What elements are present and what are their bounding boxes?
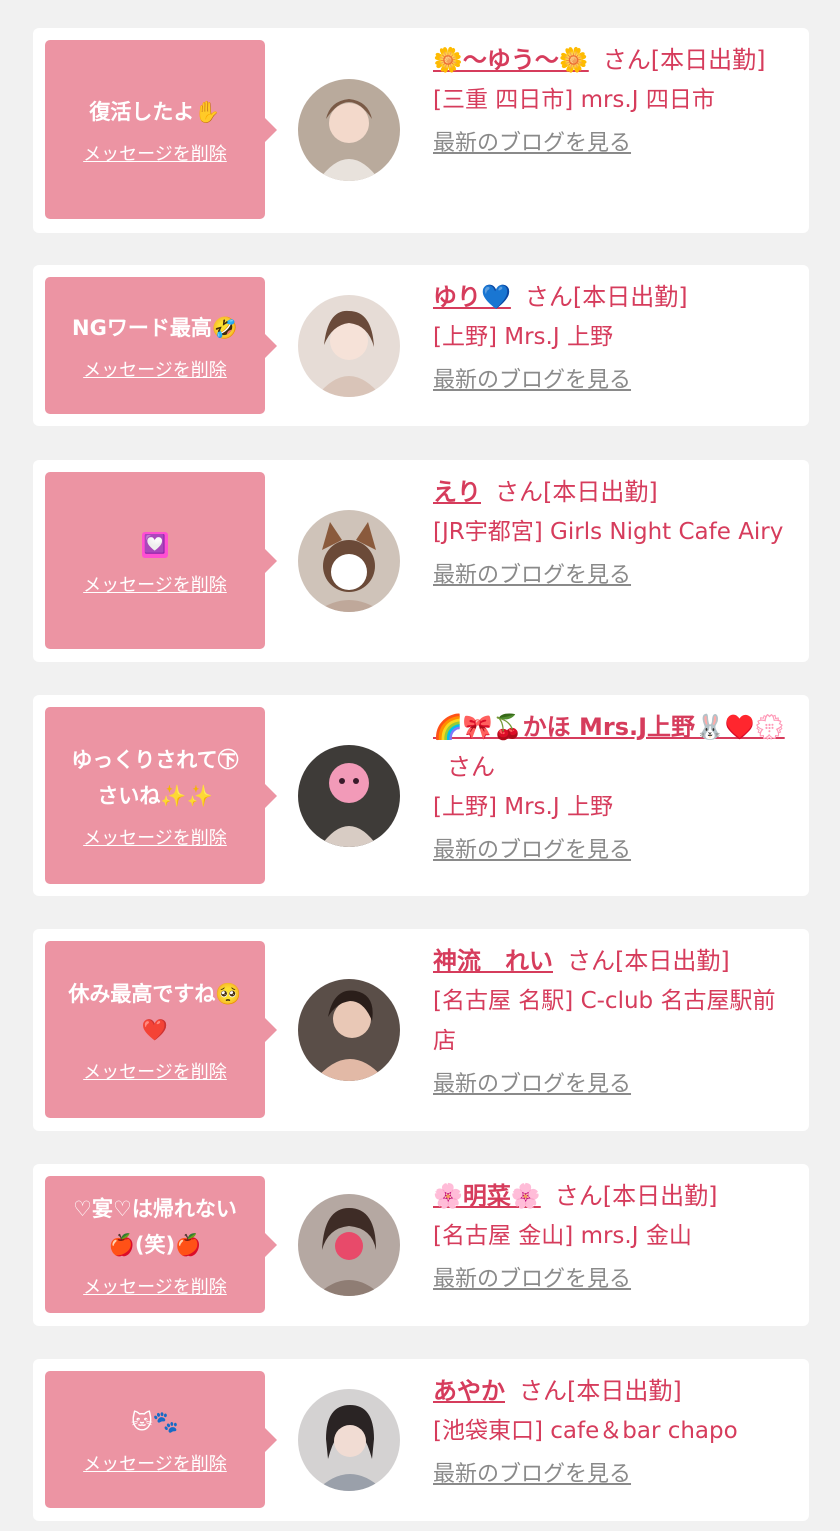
blog-link[interactable]: 最新のブログを見る (433, 1260, 631, 1300)
message-text: 休み最高ですね🥺 ❤️ (68, 981, 242, 1042)
cast-suffix: さん[本日出勤] (602, 46, 766, 74)
avatar[interactable] (298, 1194, 400, 1296)
list-item: 復活したよ✋ メッセージを削除 🌼〜ゆう〜🌼 さん[本日出勤] [三重 四日市] … (33, 28, 809, 233)
message-bubble: 💟 メッセージを削除 (45, 472, 277, 649)
message-text: NGワード最高🤣 (72, 315, 238, 340)
message-bubble: 復活したよ✋ メッセージを削除 (45, 40, 277, 219)
cast-suffix: さん[本日出勤] (567, 947, 730, 975)
blog-link[interactable]: 最新のブログを見る (433, 1455, 631, 1495)
blog-link[interactable]: 最新のブログを見る (433, 124, 631, 164)
cast-suffix: さん[本日出勤] (524, 283, 688, 311)
avatar[interactable] (298, 295, 400, 397)
avatar[interactable] (298, 745, 400, 847)
shop-text: [上野] Mrs.J 上野 (433, 794, 613, 820)
delete-message-link[interactable]: メッセージを削除 (83, 356, 227, 382)
delete-message-link[interactable]: メッセージを削除 (83, 1273, 227, 1299)
shop-text: [名古屋 名駅] C-club 名古屋駅前店 (433, 988, 776, 1054)
delete-message-link[interactable]: メッセージを削除 (83, 1058, 227, 1084)
message-text: 🐱🐾 (130, 1409, 180, 1434)
avatar[interactable] (298, 979, 400, 1081)
shop-text: [三重 四日市] mrs.J 四日市 (433, 87, 715, 113)
cast-name-link[interactable]: 🌼〜ゆう〜🌼 (433, 46, 589, 74)
item-info: あやか さん[本日出勤] [池袋東口] cafe＆bar chapo 最新のブログ… (433, 1371, 793, 1495)
item-info: えり さん[本日出勤] [JR宇都宮] Girls Night Cafe Airy… (433, 472, 793, 596)
delete-message-link[interactable]: メッセージを削除 (83, 824, 227, 850)
message-text: ゆっくりされて㊦ さいね✨✨ (71, 747, 239, 808)
list-item: NGワード最高🤣 メッセージを削除 ゆり💙 さん[本日出勤] [上野] Mrs.J… (33, 265, 809, 426)
blog-link[interactable]: 最新のブログを見る (433, 1065, 631, 1105)
shop-text: [JR宇都宮] Girls Night Cafe Airy (433, 519, 784, 545)
item-info: 神流 れい さん[本日出勤] [名古屋 名駅] C-club 名古屋駅前店 最新の… (433, 941, 793, 1105)
cast-name-link[interactable]: 🌈🎀🍒かほ Mrs.J上野🐰♥️💮 (433, 713, 785, 741)
list-item: 💟 メッセージを削除 えり さん[本日出勤] [JR宇都宮] Girls Nigh… (33, 460, 809, 662)
cast-suffix: さん[本日出勤] (554, 1182, 718, 1210)
item-info: 🌼〜ゆう〜🌼 さん[本日出勤] [三重 四日市] mrs.J 四日市 最新のブログ… (433, 40, 793, 164)
shop-text: [池袋東口] cafe＆bar chapo (433, 1418, 738, 1444)
list-item: ♡宴♡は帰れない 🍎(笑)🍎 メッセージを削除 🌸明菜🌸 さん[本日出勤] [名古… (33, 1164, 809, 1326)
heart-decoration-icon: 💟 (142, 531, 168, 558)
blog-link[interactable]: 最新のブログを見る (433, 361, 631, 401)
list-item: 休み最高ですね🥺 ❤️ メッセージを削除 神流 れい さん[本日出勤] [名古屋 … (33, 929, 809, 1131)
message-bubble: ♡宴♡は帰れない 🍎(笑)🍎 メッセージを削除 (45, 1176, 277, 1313)
message-bubble: ゆっくりされて㊦ さいね✨✨ メッセージを削除 (45, 707, 277, 884)
cast-name-link[interactable]: えり (433, 478, 481, 506)
delete-message-link[interactable]: メッセージを削除 (83, 571, 227, 597)
cast-name-link[interactable]: ゆり💙 (433, 283, 511, 311)
cast-name-link[interactable]: 🌸明菜🌸 (433, 1182, 541, 1210)
message-text: 💟 (142, 525, 168, 561)
message-bubble: 休み最高ですね🥺 ❤️ メッセージを削除 (45, 941, 277, 1118)
shop-text: [上野] Mrs.J 上野 (433, 324, 613, 350)
cast-suffix: さん[本日出勤] (519, 1377, 682, 1405)
list-item: ゆっくりされて㊦ さいね✨✨ メッセージを削除 🌈🎀🍒かほ Mrs.J上野🐰♥️… (33, 695, 809, 896)
cast-name-link[interactable]: あやか (433, 1377, 505, 1405)
message-bubble: 🐱🐾 メッセージを削除 (45, 1371, 277, 1508)
message-text: 復活したよ✋ (89, 99, 221, 124)
message-text: ♡宴♡は帰れない 🍎(笑)🍎 (73, 1196, 237, 1257)
cast-suffix: さん (447, 753, 495, 781)
shop-text: [名古屋 金山] mrs.J 金山 (433, 1223, 692, 1249)
cast-suffix: さん[本日出勤] (495, 478, 658, 506)
list-item: 🐱🐾 メッセージを削除 あやか さん[本日出勤] [池袋東口] cafe＆bar … (33, 1359, 809, 1521)
avatar[interactable] (298, 1389, 400, 1491)
avatar[interactable] (298, 79, 400, 181)
cast-name-link[interactable]: 神流 れい (433, 947, 553, 975)
delete-message-link[interactable]: メッセージを削除 (83, 140, 227, 166)
delete-message-link[interactable]: メッセージを削除 (83, 1450, 227, 1476)
blog-link[interactable]: 最新のブログを見る (433, 556, 631, 596)
message-bubble: NGワード最高🤣 メッセージを削除 (45, 277, 277, 414)
blog-link[interactable]: 最新のブログを見る (433, 831, 631, 871)
item-info: 🌸明菜🌸 さん[本日出勤] [名古屋 金山] mrs.J 金山 最新のブログを見る (433, 1176, 793, 1300)
avatar[interactable] (298, 510, 400, 612)
item-info: 🌈🎀🍒かほ Mrs.J上野🐰♥️💮 さん [上野] Mrs.J 上野 最新のブログ… (433, 707, 793, 871)
item-info: ゆり💙 さん[本日出勤] [上野] Mrs.J 上野 最新のブログを見る (433, 277, 793, 401)
